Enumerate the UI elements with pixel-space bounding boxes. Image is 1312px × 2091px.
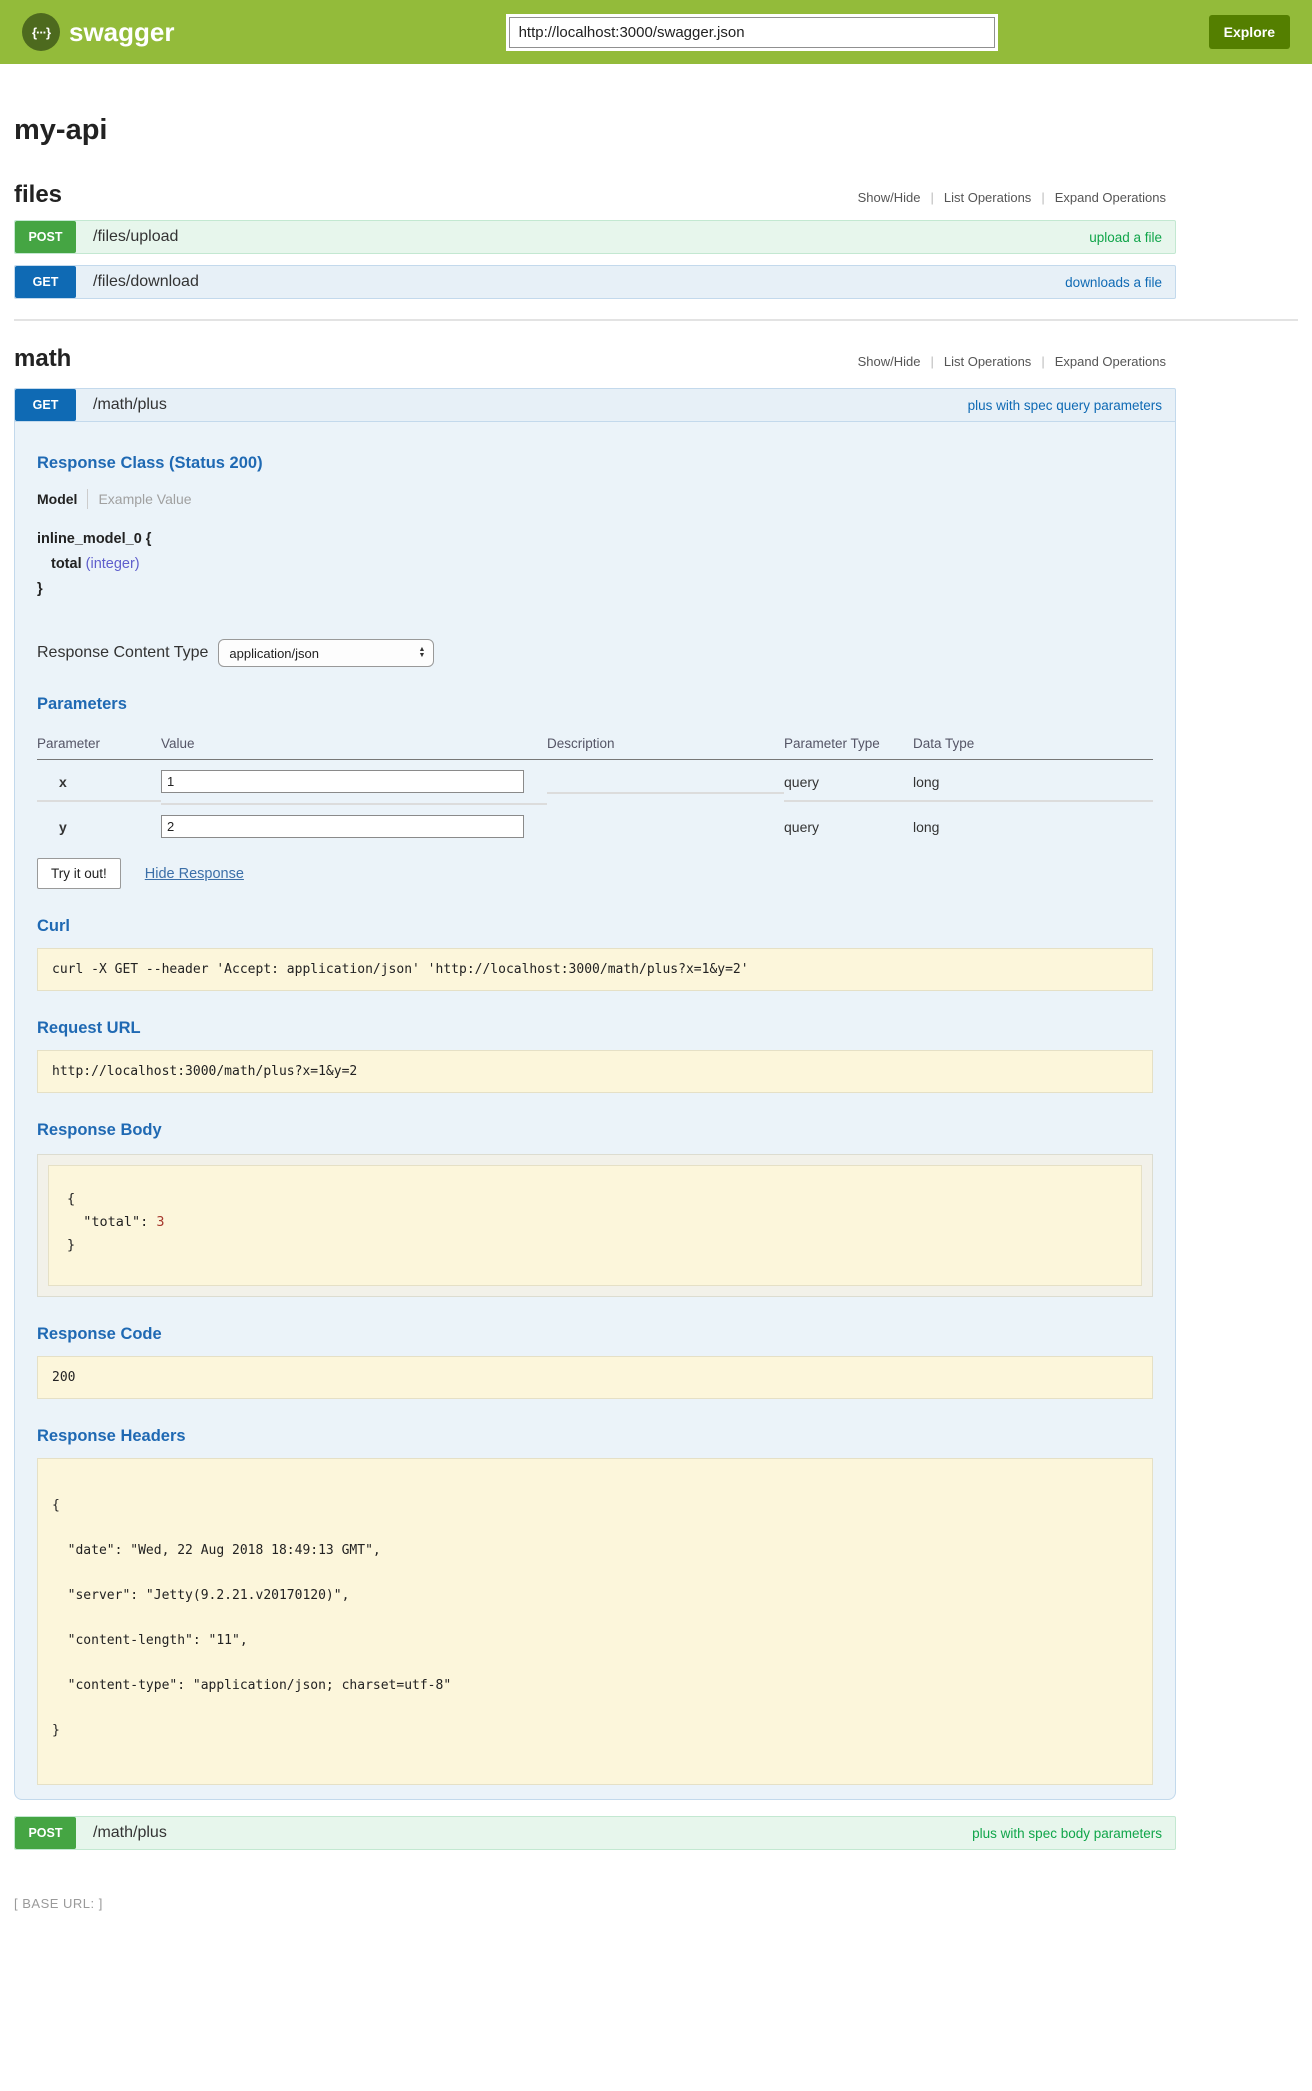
response-code-heading: Response Code bbox=[37, 1325, 1153, 1344]
try-it-out-button[interactable]: Try it out! bbox=[37, 858, 121, 889]
math-section-header: math Show/Hide | List Operations | Expan… bbox=[14, 345, 1176, 373]
col-header-parameter: Parameter bbox=[37, 730, 161, 760]
response-headers-line: "content-type": "application/json; chars… bbox=[52, 1678, 1138, 1693]
col-header-value: Value bbox=[161, 730, 547, 760]
response-headers-line: "content-length": "11", bbox=[52, 1633, 1138, 1648]
param-x-value-input[interactable] bbox=[161, 770, 524, 793]
operation-path[interactable]: /math/plus bbox=[93, 396, 167, 414]
base-url-label: [ BASE URL: ] bbox=[14, 1896, 1312, 1911]
swagger-logo-icon: {···} bbox=[22, 13, 60, 51]
page-title: my-api bbox=[14, 114, 1176, 147]
files-show-hide-link[interactable]: Show/Hide bbox=[848, 190, 931, 205]
files-expand-operations-link[interactable]: Expand Operations bbox=[1045, 190, 1176, 205]
operation-summary[interactable]: plus with spec body parameters bbox=[972, 1826, 1162, 1841]
operation-detail-panel: Response Class (Status 200) Model Exampl… bbox=[14, 422, 1176, 1800]
operation-summary[interactable]: upload a file bbox=[1089, 230, 1162, 245]
json-close-brace: } bbox=[67, 1237, 75, 1253]
param-y-value-input[interactable] bbox=[161, 815, 524, 838]
app-header: {···} swagger Explore bbox=[0, 0, 1312, 64]
method-badge-get: GET bbox=[15, 266, 76, 298]
param-x-data-type: long bbox=[913, 764, 1153, 802]
model-close-line: } bbox=[37, 581, 1153, 597]
tab-separator bbox=[87, 489, 88, 509]
operation-summary[interactable]: downloads a file bbox=[1065, 275, 1162, 290]
param-y-description bbox=[547, 817, 784, 837]
response-content-type-select[interactable]: application/json ▲▼ bbox=[218, 639, 434, 667]
response-headers-json: { "date": "Wed, 22 Aug 2018 18:49:13 GMT… bbox=[37, 1458, 1153, 1785]
hide-response-link[interactable]: Hide Response bbox=[145, 866, 244, 882]
operation-path[interactable]: /files/download bbox=[93, 273, 199, 291]
model-signature: inline_model_0 { total (integer) } bbox=[37, 531, 1153, 597]
model-prop-type: (integer) bbox=[86, 556, 140, 572]
operation-row-post-math-plus[interactable]: POST /math/plus plus with spec body para… bbox=[14, 1816, 1176, 1850]
param-name-x: x bbox=[37, 764, 161, 802]
operation-path[interactable]: /math/plus bbox=[93, 1824, 167, 1842]
response-headers-line: { bbox=[52, 1498, 1138, 1513]
swagger-logo-text: swagger bbox=[69, 17, 175, 48]
math-show-hide-link[interactable]: Show/Hide bbox=[848, 354, 931, 369]
col-header-data-type: Data Type bbox=[913, 730, 1153, 760]
math-expand-operations-link[interactable]: Expand Operations bbox=[1045, 354, 1176, 369]
curl-heading: Curl bbox=[37, 917, 1153, 936]
response-body-json: { "total": 3 } bbox=[48, 1165, 1142, 1286]
tab-example-value[interactable]: Example Value bbox=[98, 491, 191, 507]
response-content-type-value: application/json bbox=[229, 646, 319, 661]
operation-row-get-math-plus[interactable]: GET /math/plus plus with spec query para… bbox=[14, 388, 1176, 422]
operation-row-get-files-download[interactable]: GET /files/download downloads a file bbox=[14, 265, 1176, 299]
model-prop-name: total bbox=[51, 556, 82, 572]
param-y-data-type: long bbox=[913, 809, 1153, 845]
operation-path[interactable]: /files/upload bbox=[93, 228, 178, 246]
response-headers-line: } bbox=[52, 1723, 1138, 1738]
request-url-value: http://localhost:3000/math/plus?x=1&y=2 bbox=[37, 1050, 1153, 1093]
param-x-description bbox=[547, 772, 784, 794]
col-header-parameter-type: Parameter Type bbox=[784, 730, 913, 760]
method-badge-get: GET bbox=[15, 389, 76, 421]
curl-command: curl -X GET --header 'Accept: applicatio… bbox=[37, 948, 1153, 991]
json-value: 3 bbox=[156, 1214, 164, 1230]
col-header-description: Description bbox=[547, 730, 784, 760]
math-list-operations-link[interactable]: List Operations bbox=[934, 354, 1041, 369]
parameters-table: Parameter Value Description Parameter Ty… bbox=[37, 730, 1153, 848]
section-divider bbox=[14, 319, 1298, 321]
parameters-heading: Parameters bbox=[37, 695, 1153, 714]
response-headers-heading: Response Headers bbox=[37, 1427, 1153, 1446]
param-y-param-type: query bbox=[784, 809, 913, 845]
swagger-url-input[interactable] bbox=[509, 17, 995, 48]
response-headers-line: "server": "Jetty(9.2.21.v20170120)", bbox=[52, 1588, 1138, 1603]
request-url-heading: Request URL bbox=[37, 1019, 1153, 1038]
response-class-heading: Response Class (Status 200) bbox=[37, 454, 1153, 473]
method-badge-post: POST bbox=[15, 221, 76, 253]
response-content-type-label: Response Content Type bbox=[37, 644, 208, 662]
response-code-value: 200 bbox=[37, 1356, 1153, 1399]
explore-button[interactable]: Explore bbox=[1209, 15, 1290, 49]
math-section-title[interactable]: math bbox=[14, 345, 71, 373]
tab-model[interactable]: Model bbox=[37, 491, 77, 507]
files-list-operations-link[interactable]: List Operations bbox=[934, 190, 1041, 205]
operation-row-post-files-upload[interactable]: POST /files/upload upload a file bbox=[14, 220, 1176, 254]
operation-summary[interactable]: plus with spec query parameters bbox=[968, 398, 1162, 413]
select-arrows-icon: ▲▼ bbox=[418, 647, 425, 659]
files-section-title[interactable]: files bbox=[14, 181, 62, 209]
files-section-header: files Show/Hide | List Operations | Expa… bbox=[14, 181, 1176, 209]
model-open-line: inline_model_0 { bbox=[37, 531, 1153, 547]
swagger-logo[interactable]: {···} swagger bbox=[22, 13, 175, 51]
json-key: "total": bbox=[67, 1214, 156, 1230]
response-body-heading: Response Body bbox=[37, 1121, 1153, 1140]
response-headers-line: "date": "Wed, 22 Aug 2018 18:49:13 GMT", bbox=[52, 1543, 1138, 1558]
method-badge-post: POST bbox=[15, 1817, 76, 1849]
json-open-brace: { bbox=[67, 1191, 75, 1207]
response-body-wrapper: { "total": 3 } bbox=[37, 1154, 1153, 1297]
param-name-y: y bbox=[37, 809, 161, 845]
param-x-param-type: query bbox=[784, 764, 913, 802]
